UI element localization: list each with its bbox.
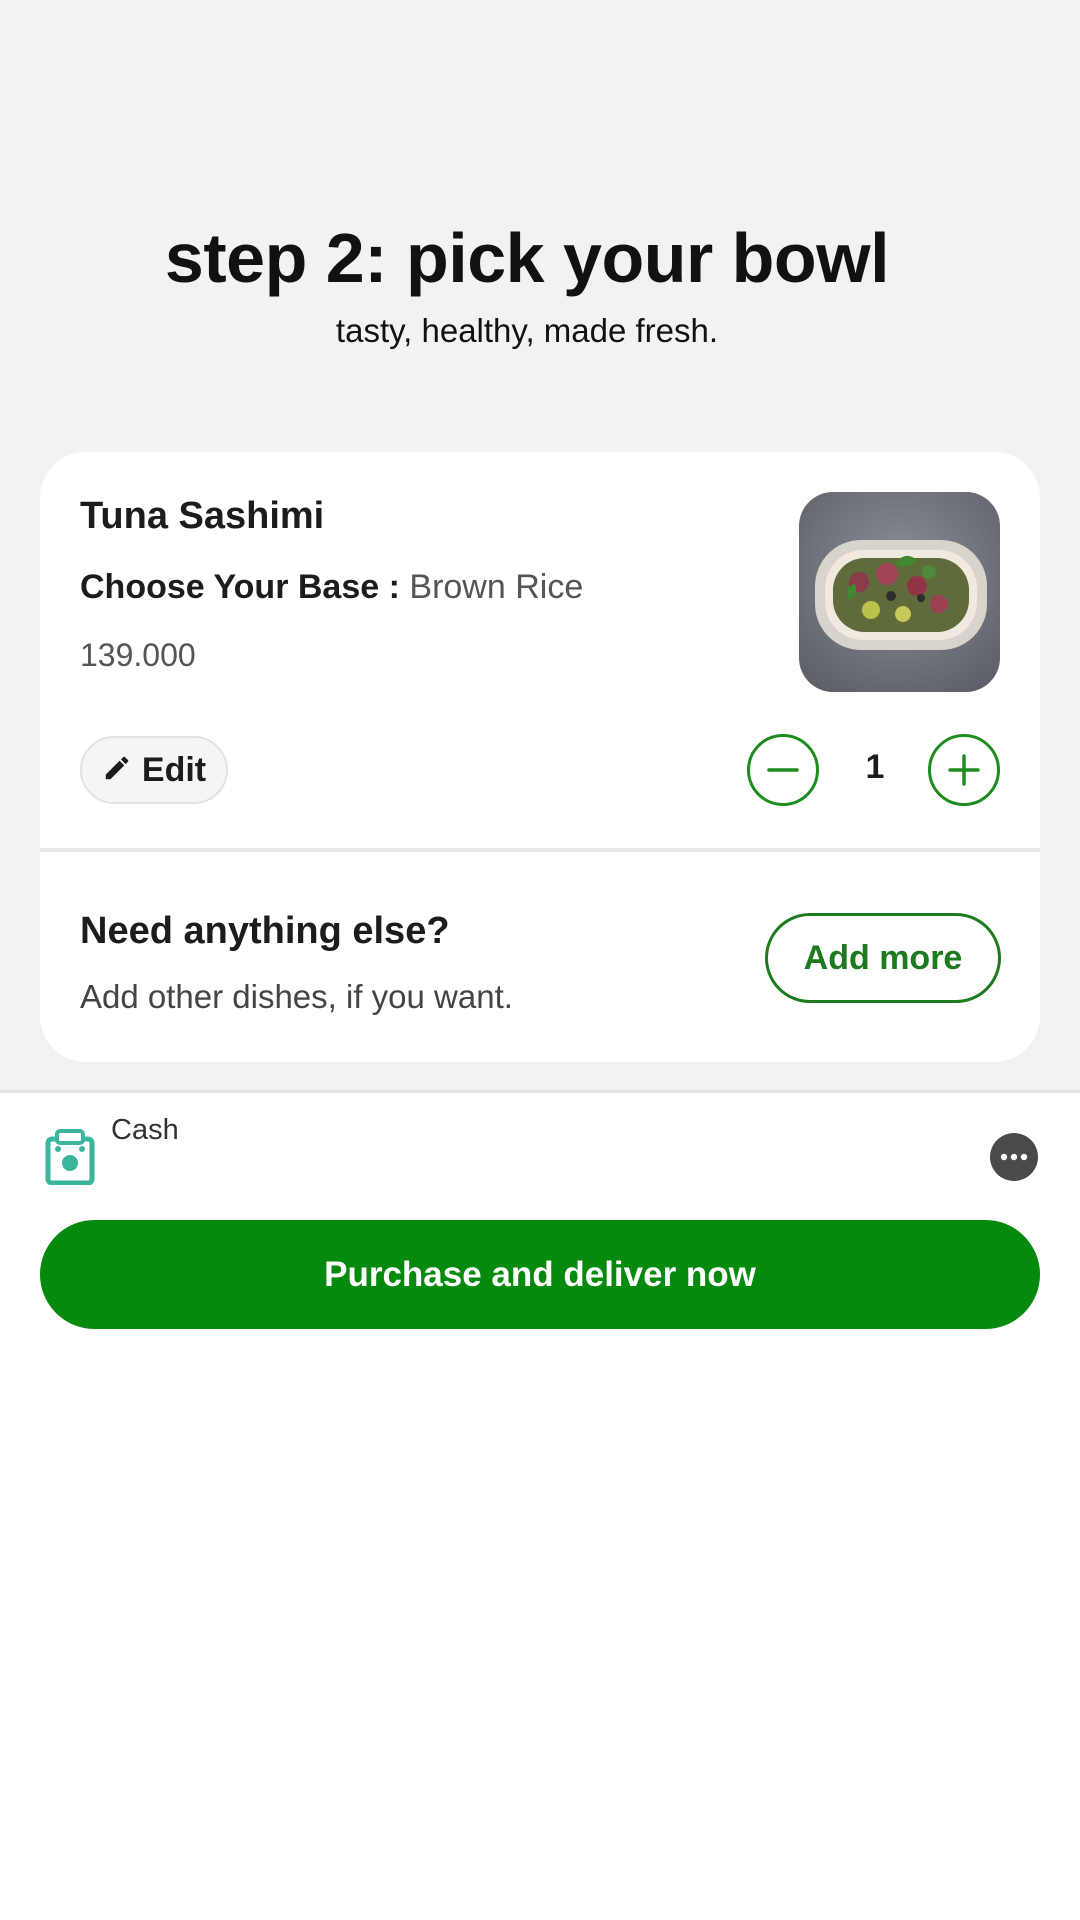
upsell-title: Need anything else? bbox=[80, 910, 450, 952]
ellipsis-icon bbox=[1000, 1153, 1028, 1161]
order-summary-area: step 2: pick your bowl tasty, healthy, m… bbox=[0, 0, 1080, 1092]
cart-card: Tuna Sashimi Choose Your Base : Brown Ri… bbox=[40, 452, 1040, 1062]
edit-button-label: Edit bbox=[141, 750, 207, 789]
item-name: Tuna Sashimi bbox=[80, 495, 325, 537]
minus-icon bbox=[767, 768, 799, 772]
payment-method-label: Cash bbox=[111, 1114, 179, 1146]
increase-quantity-button[interactable] bbox=[928, 734, 1000, 806]
cash-icon bbox=[44, 1129, 96, 1186]
item-option: Choose Your Base : Brown Rice bbox=[80, 568, 583, 607]
decrease-quantity-button[interactable] bbox=[747, 734, 819, 806]
plus-icon bbox=[948, 754, 980, 786]
purchase-button[interactable]: Purchase and deliver now bbox=[40, 1220, 1040, 1329]
edit-button[interactable]: Edit bbox=[80, 736, 228, 804]
page-subtitle: tasty, healthy, made fresh. bbox=[335, 312, 719, 349]
add-more-button[interactable]: Add more bbox=[765, 913, 1001, 1003]
item-price: 139.000 bbox=[80, 637, 196, 673]
pencil-icon bbox=[102, 753, 132, 788]
card-divider bbox=[40, 848, 1040, 852]
page-title: step 2: pick your bowl bbox=[164, 219, 890, 297]
poke-bowl-photo bbox=[799, 492, 1000, 692]
quantity-value: 1 bbox=[865, 748, 885, 786]
upsell-subtitle: Add other dishes, if you want. bbox=[80, 978, 513, 1015]
item-option-value: Brown Rice bbox=[409, 568, 584, 606]
payment-method-row[interactable]: Cash bbox=[0, 1093, 1080, 1203]
payment-options-button[interactable] bbox=[990, 1133, 1038, 1181]
item-option-label: Choose Your Base : bbox=[80, 568, 400, 606]
